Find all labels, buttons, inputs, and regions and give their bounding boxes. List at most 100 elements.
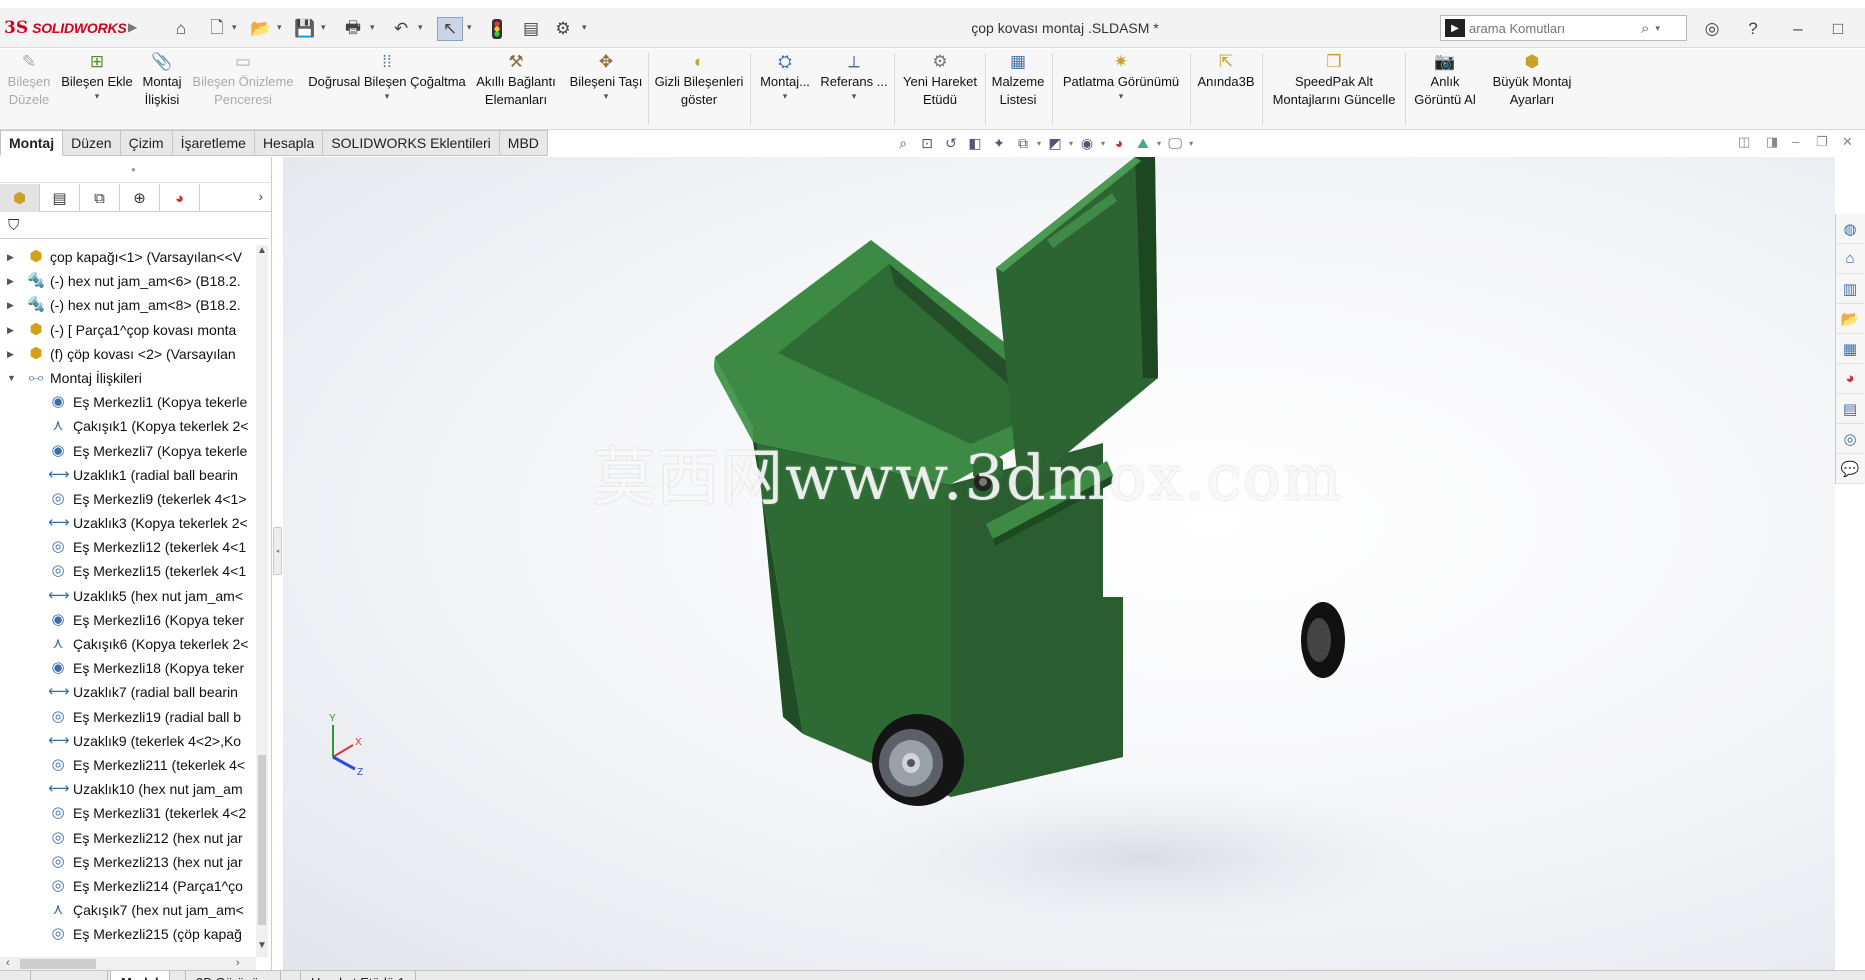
expand-arrow-icon[interactable]: ▶ bbox=[7, 318, 14, 342]
view-settings-dropdown-icon[interactable]: ▾ bbox=[1189, 139, 1193, 148]
search-commands-box[interactable]: ▶ ⌕ ▾ bbox=[1440, 15, 1687, 41]
mate-node[interactable]: ◉ Eş Merkezli16 (Kopya teker bbox=[0, 608, 256, 632]
mate-node[interactable]: ⟷ Uzaklık9 (tekerlek 4<2>,Ko bbox=[0, 729, 256, 753]
panel-splitter-handle[interactable]: ◂ bbox=[273, 527, 282, 575]
user-account-icon[interactable]: ◎ bbox=[1700, 17, 1724, 41]
solidworks-logo[interactable]: 3S SOLIDWORKS bbox=[4, 18, 127, 38]
section-view-icon[interactable]: ◧ bbox=[965, 133, 985, 153]
mate-node[interactable]: ◎ Eş Merkezli215 (çöp kapağ bbox=[0, 922, 256, 946]
search-icon[interactable]: ⌕ bbox=[1641, 20, 1649, 37]
tab-motion-study-1[interactable]: Hareket Etüdü 1 bbox=[300, 971, 416, 980]
expand-arrow-icon[interactable]: ▶ bbox=[7, 269, 14, 293]
file-properties-icon[interactable]: ▤ bbox=[518, 17, 544, 41]
reference-geometry-button[interactable]: ⟂ Referans ... ▾ bbox=[818, 51, 890, 127]
scroll-right-icon[interactable]: › bbox=[236, 957, 240, 969]
dropdown-arrow-icon[interactable]: ▾ bbox=[604, 91, 609, 101]
show-hidden-components-button[interactable]: ◐ Gizli Bileşenleri göster bbox=[652, 51, 746, 127]
edit-appearance-icon[interactable]: ◕ bbox=[1109, 133, 1129, 153]
dropdown-arrow-icon[interactable]: ▾ bbox=[783, 91, 788, 101]
view-settings-icon[interactable]: 🖵 bbox=[1165, 133, 1185, 153]
dropdown-arrow-icon[interactable]: ▾ bbox=[95, 91, 100, 101]
previous-view-icon[interactable]: ↺ bbox=[941, 133, 961, 153]
new-document-icon[interactable]: 🗋 bbox=[204, 17, 230, 41]
tree-node[interactable]: ▶ 🔩 (-) hex nut jam_am<6> (B18.2. bbox=[0, 269, 256, 293]
panel-grip[interactable]: ● bbox=[0, 157, 272, 183]
new-dropdown-icon[interactable]: ▾ bbox=[232, 22, 237, 33]
solidworks-resources-icon[interactable]: ◍ bbox=[1836, 214, 1864, 244]
mate-node[interactable]: ⋏ Çakışık6 (Kopya tekerlek 2< bbox=[0, 632, 256, 656]
open-dropdown-icon[interactable]: ▾ bbox=[277, 22, 282, 33]
mate-node[interactable]: ◎ Eş Merkezli9 (tekerlek 4<1> bbox=[0, 487, 256, 511]
display-style-dropdown-icon[interactable]: ▾ bbox=[1069, 139, 1073, 148]
scroll-thumb[interactable] bbox=[258, 755, 266, 925]
dynamic-annotation-icon[interactable]: ✦ bbox=[989, 133, 1009, 153]
new-motion-study-button[interactable]: ⚙ Yeni Hareket Etüdü bbox=[898, 51, 982, 127]
menu-expand-icon[interactable]: ▶ bbox=[128, 20, 137, 34]
linear-component-pattern-button[interactable]: ⁞⁞ Doğrusal Bileşen Çoğaltma ▾ bbox=[302, 51, 472, 127]
expand-arrow-icon[interactable]: ▶ bbox=[7, 245, 14, 269]
tree-node-mates-folder[interactable]: ▼ ⧟ Montaj İlişkileri bbox=[0, 366, 256, 390]
undo-icon[interactable]: ↶ bbox=[388, 17, 414, 41]
tab-mbd[interactable]: MBD bbox=[499, 130, 548, 156]
chat-icon[interactable]: 💬 bbox=[1836, 454, 1864, 484]
take-snapshot-button[interactable]: 📷 Anlık Görüntü Al bbox=[1408, 51, 1482, 127]
design-library-icon[interactable]: ▥ bbox=[1836, 274, 1864, 304]
mate-node[interactable]: ◉ Eş Merkezli7 (Kopya tekerle bbox=[0, 439, 256, 463]
tab-model[interactable]: Model bbox=[110, 971, 170, 980]
tree-node[interactable]: ▶ ⬢ (-) [ Parça1^çop kovası monta bbox=[0, 318, 256, 342]
mate-node[interactable]: ⟷ Uzaklık7 (radial ball bearin bbox=[0, 680, 256, 704]
tile-right-icon[interactable]: ◨ bbox=[1766, 134, 1778, 150]
insert-component-button[interactable]: ⊞ Bileşen Ekle ▾ bbox=[58, 51, 136, 127]
hide-show-items-icon[interactable]: ◉ bbox=[1077, 133, 1097, 153]
save-dropdown-icon[interactable]: ▾ bbox=[321, 22, 326, 33]
scene-dropdown-icon[interactable]: ▾ bbox=[1157, 139, 1161, 148]
dropdown-arrow-icon[interactable]: ▾ bbox=[852, 91, 857, 101]
mate-node[interactable]: ⟷ Uzaklık3 (Kopya tekerlek 2< bbox=[0, 511, 256, 535]
tab-nav-arrows[interactable] bbox=[30, 971, 108, 980]
home-icon[interactable]: ⌂ bbox=[168, 17, 194, 41]
options-dropdown-icon[interactable]: ▾ bbox=[582, 22, 587, 33]
mate-node[interactable]: ◎ Eş Merkezli213 (hex nut jar bbox=[0, 850, 256, 874]
edit-component-button[interactable]: ✎ Bileşen Düzele bbox=[2, 51, 56, 127]
doc-restore-icon[interactable]: ❐ bbox=[1816, 134, 1828, 150]
mate-node[interactable]: ◎ Eş Merkezli31 (tekerlek 4<2 bbox=[0, 801, 256, 825]
zoom-to-fit-icon[interactable]: ⌕ bbox=[893, 133, 913, 153]
display-style-icon[interactable]: ◩ bbox=[1045, 133, 1065, 153]
move-component-button[interactable]: ✥ Bileşeni Taşı ▾ bbox=[568, 51, 644, 127]
assembly-features-button[interactable]: ⛭ Montaj... ▾ bbox=[754, 51, 816, 127]
search-dropdown-icon[interactable]: ▾ bbox=[1655, 23, 1660, 34]
smart-fasteners-button[interactable]: ⚒ Akıllı Bağlantı Elemanları bbox=[474, 51, 558, 127]
hide-show-dropdown-icon[interactable]: ▾ bbox=[1101, 139, 1105, 148]
mate-node[interactable]: ⋏ Çakışık1 (Kopya tekerlek 2< bbox=[0, 414, 256, 438]
tab-cizim[interactable]: Çizim bbox=[120, 130, 173, 156]
print-dropdown-icon[interactable]: ▾ bbox=[370, 22, 375, 33]
mate-node[interactable]: ⟷ Uzaklık1 (radial ball bearin bbox=[0, 463, 256, 487]
mate-node[interactable]: ◎ Eş Merkezli19 (radial ball b bbox=[0, 705, 256, 729]
bill-of-materials-button[interactable]: ▦ Malzeme Listesi bbox=[988, 51, 1048, 127]
rear-wheel[interactable] bbox=[1301, 602, 1345, 678]
instant3d-button[interactable]: ⇱ Anında3B bbox=[1194, 51, 1258, 127]
rebuild-traffic-light-icon[interactable] bbox=[484, 17, 510, 41]
trash-bin-model[interactable] bbox=[283, 157, 1835, 970]
mate-node[interactable]: ◎ Eş Merkezli214 (Parça1^ço bbox=[0, 874, 256, 898]
minimize-icon[interactable]: – bbox=[1786, 17, 1810, 41]
view-orientation-icon[interactable]: ⧉ bbox=[1013, 133, 1033, 153]
zoom-to-area-icon[interactable]: ⊡ bbox=[917, 133, 937, 153]
configuration-manager-tab-icon[interactable]: ⧉ bbox=[80, 184, 120, 212]
home-icon[interactable]: ⌂ bbox=[1836, 244, 1864, 274]
tab-isaretleme[interactable]: İşaretleme bbox=[172, 130, 255, 156]
custom-properties-icon[interactable]: ▤ bbox=[1836, 394, 1864, 424]
tab-hesapla[interactable]: Hesapla bbox=[254, 130, 324, 156]
tree-node[interactable]: ▶ ⬢ çop kapağı<1> (Varsayılan<<V bbox=[0, 245, 256, 269]
forum-icon[interactable]: ◎ bbox=[1836, 424, 1864, 454]
scroll-left-icon[interactable]: ‹ bbox=[6, 957, 10, 969]
exploded-view-button[interactable]: ✷ Patlatma Görünümü ▾ bbox=[1056, 51, 1186, 127]
maximize-icon[interactable]: □ bbox=[1826, 17, 1850, 41]
file-explorer-icon[interactable]: 📂 bbox=[1836, 304, 1864, 334]
filter-funnel-icon[interactable]: ⛉ bbox=[8, 217, 19, 234]
doc-close-icon[interactable]: ✕ bbox=[1842, 134, 1853, 150]
tree-vertical-scrollbar[interactable]: ▲ ▼ bbox=[256, 245, 268, 957]
save-icon[interactable]: 💾 bbox=[292, 17, 318, 41]
mate-button[interactable]: 📎 Montaj İlişkisi bbox=[138, 51, 186, 127]
tree-node[interactable]: ▶ 🔩 (-) hex nut jam_am<8> (B18.2. bbox=[0, 293, 256, 317]
